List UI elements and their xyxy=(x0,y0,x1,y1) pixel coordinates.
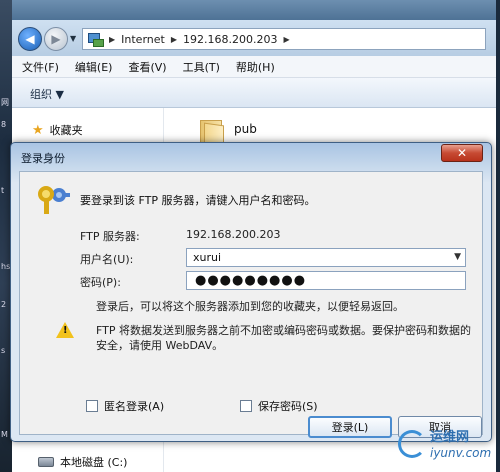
back-arrow-icon: ◀ xyxy=(25,32,35,46)
username-value: xurui xyxy=(193,251,222,264)
menu-tools[interactable]: 工具(T) xyxy=(183,59,220,75)
favorites-item[interactable]: ★ 收藏夹 xyxy=(32,122,83,138)
username-combobox[interactable]: xurui ▼ xyxy=(186,248,466,267)
favorites-note: 登录后，可以将这个服务器添加到您的收藏夹，以便轻易返回。 xyxy=(96,300,404,313)
login-button[interactable]: 登录(L) xyxy=(308,416,392,438)
address-toolbar: ◀ ▶ ▼ ▶ Internet ▶ 192.168.200.203 ▶ xyxy=(12,20,496,56)
security-warning: FTP 将数据发送到服务器之前不加密或编码密码或数据。要保护密码和数据的安全，请… xyxy=(96,324,471,352)
close-button[interactable]: ✕ xyxy=(441,144,483,162)
dialog-intro: 要登录到该 FTP 服务器，请键入用户名和密码。 xyxy=(80,194,316,207)
save-password-label: 保存密码(S) xyxy=(258,400,318,413)
anonymous-login-label: 匿名登录(A) xyxy=(104,400,165,413)
checkbox-box[interactable] xyxy=(86,400,98,412)
breadcrumb-separator-icon[interactable]: ▶ xyxy=(109,35,115,44)
menu-help[interactable]: 帮助(H) xyxy=(236,59,275,75)
save-password-checkbox[interactable]: 保存密码(S) xyxy=(240,398,318,414)
watermark-logo-icon xyxy=(398,430,426,458)
server-label: FTP 服务器: xyxy=(80,230,140,243)
anonymous-login-checkbox[interactable]: 匿名登录(A) xyxy=(86,398,164,414)
username-label: 用户名(U): xyxy=(80,253,134,266)
local-disk-label: 本地磁盘 (C:) xyxy=(60,456,128,469)
folder-name-pub[interactable]: pub xyxy=(234,122,257,136)
menu-file[interactable]: 文件(F) xyxy=(22,59,59,75)
breadcrumb-internet[interactable]: Internet xyxy=(121,33,165,46)
close-icon: ✕ xyxy=(456,146,468,160)
server-value: 192.168.200.203 xyxy=(186,228,281,241)
menu-view[interactable]: 查看(V) xyxy=(128,59,166,75)
site-watermark: 运维网 iyunv.com xyxy=(398,424,498,468)
warning-icon xyxy=(56,322,74,338)
dialog-title: 登录身份 xyxy=(21,152,65,165)
star-icon: ★ xyxy=(32,122,44,138)
back-button[interactable]: ◀ xyxy=(18,27,42,51)
watermark-cn: 运维网 xyxy=(430,430,470,445)
local-disk-item[interactable]: 本地磁盘 (C:) xyxy=(38,454,127,470)
favorites-label: 收藏夹 xyxy=(49,124,83,137)
breadcrumb-separator-icon[interactable]: ▶ xyxy=(171,35,177,44)
watermark-en: iyunv.com xyxy=(430,446,492,460)
keys-icon xyxy=(36,184,70,216)
history-dropdown-icon[interactable]: ▼ xyxy=(70,34,76,43)
address-bar[interactable]: ▶ Internet ▶ 192.168.200.203 ▶ xyxy=(82,28,486,50)
organize-button[interactable]: 组织 ▼ xyxy=(30,86,64,102)
menu-edit[interactable]: 编辑(E) xyxy=(75,59,113,75)
password-value: ●●●●●●●●● xyxy=(195,273,307,288)
explorer-titlebar xyxy=(12,0,496,20)
forward-arrow-icon: ▶ xyxy=(51,32,61,46)
breadcrumb-separator-icon[interactable]: ▶ xyxy=(283,35,289,44)
dropdown-arrow-icon[interactable]: ▼ xyxy=(454,252,461,262)
command-bar: 组织 ▼ xyxy=(12,78,496,108)
network-icon xyxy=(87,32,104,47)
forward-button[interactable]: ▶ xyxy=(44,27,68,51)
dialog-body: 要登录到该 FTP 服务器，请键入用户名和密码。 FTP 服务器: 192.16… xyxy=(19,171,483,438)
password-field[interactable]: ●●●●●●●●● xyxy=(186,271,466,290)
menu-bar: 文件(F) 编辑(E) 查看(V) 工具(T) 帮助(H) xyxy=(12,56,496,78)
password-label: 密码(P): xyxy=(80,276,121,289)
checkbox-box[interactable] xyxy=(240,400,252,412)
breadcrumb-server[interactable]: 192.168.200.203 xyxy=(183,33,277,46)
login-dialog: 登录身份 ✕ 要登录到该 FTP 服务器，请键入用户名和密码。 FTP 服务器:… xyxy=(10,142,492,442)
hard-disk-icon xyxy=(38,457,54,467)
